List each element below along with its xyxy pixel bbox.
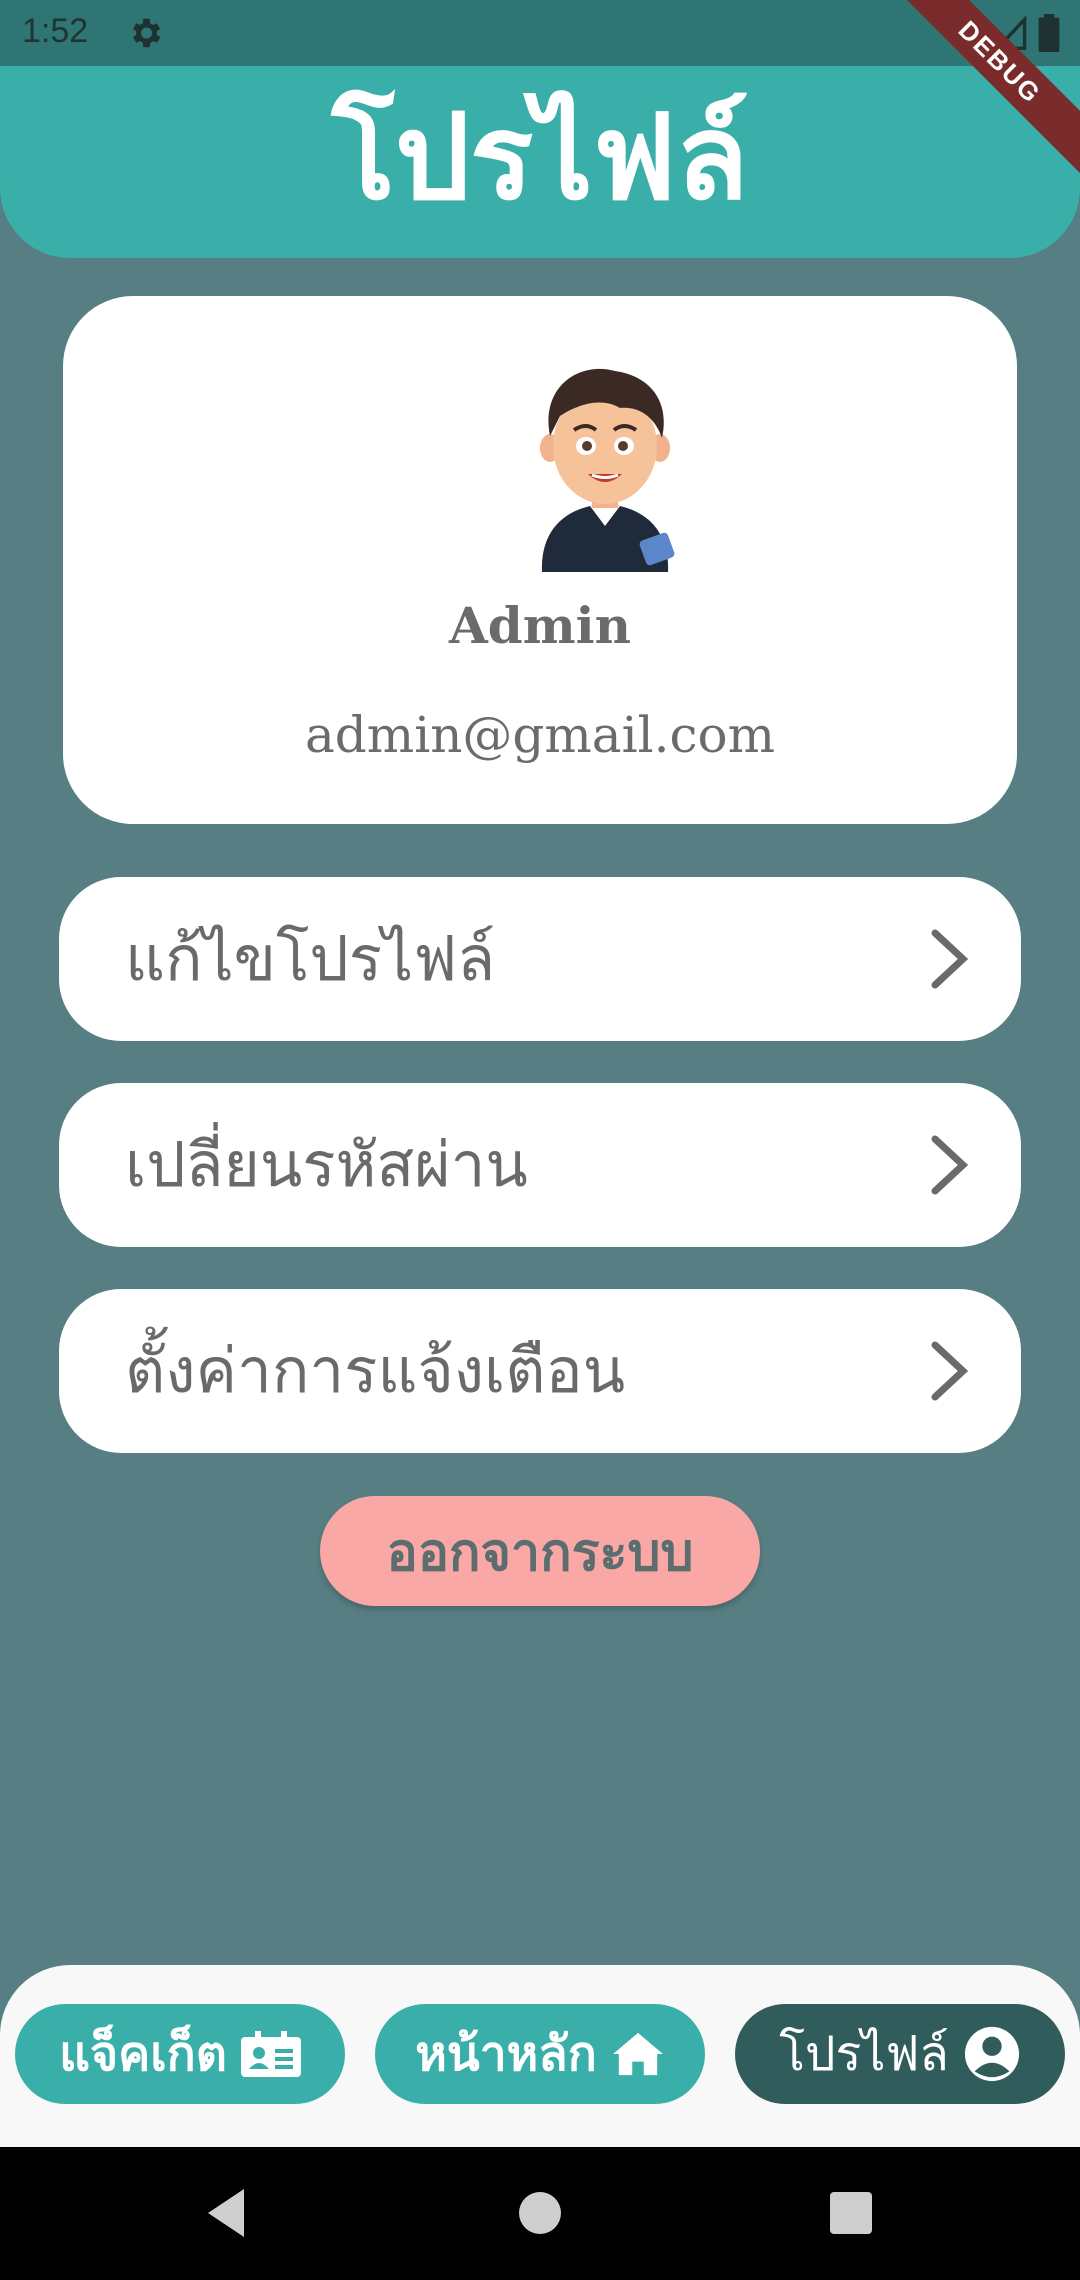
status-time: 1:52 [22, 12, 89, 50]
notification-settings-button[interactable]: ตั้งค่าการแจ้งเตือน [59, 1289, 1021, 1453]
menu-item-label: ตั้งค่าการแจ้งเตือน [125, 1334, 626, 1407]
app-header: โปรไฟล์ [0, 66, 1080, 258]
page-title: โปรไฟล์ [331, 88, 749, 226]
back-icon[interactable] [204, 2187, 248, 2239]
recents-icon[interactable] [828, 2187, 874, 2239]
chevron-right-icon [931, 1341, 969, 1401]
menu-item-label: แก้ไขโปรไฟล์ [125, 922, 496, 995]
profile-email: admin@gmail.com [304, 706, 776, 764]
logout-button[interactable]: ออกจากระบบ [320, 1496, 760, 1606]
logout-label: ออกจากระบบ [386, 1522, 694, 1583]
system-navigation-bar [0, 2147, 1080, 2280]
id-card-icon [240, 2031, 301, 2077]
home-circle-icon[interactable] [517, 2187, 563, 2239]
chevron-right-icon [931, 929, 969, 989]
menu-item-label: เปลี่ยนรหัสผ่าน [125, 1128, 528, 1201]
nav-tab-jacket[interactable]: แจ็คเก็ต [15, 2004, 345, 2104]
change-password-button[interactable]: เปลี่ยนรหัสผ่าน [59, 1083, 1021, 1247]
nav-tab-label: หน้าหลัก [415, 2026, 597, 2082]
battery-icon [1038, 14, 1060, 52]
nav-tab-home[interactable]: หน้าหลัก [375, 2004, 705, 2104]
profile-card: Admin admin@gmail.com [63, 296, 1017, 824]
home-icon [612, 2032, 663, 2076]
nav-tab-profile[interactable]: โปรไฟล์ [735, 2004, 1065, 2104]
user-circle-icon [964, 2026, 1019, 2082]
avatar [540, 368, 675, 572]
nav-tab-label: โปรไฟล์ [779, 2026, 949, 2082]
profile-name: Admin [448, 596, 631, 655]
settings-gear-icon [132, 18, 161, 48]
chevron-right-icon [931, 1135, 969, 1195]
edit-profile-button[interactable]: แก้ไขโปรไฟล์ [59, 877, 1021, 1041]
nav-tab-label: แจ็คเก็ต [59, 2026, 227, 2082]
bottom-navigation: แจ็คเก็ต หน้าหลัก โปรไฟล์ [0, 1965, 1080, 2147]
